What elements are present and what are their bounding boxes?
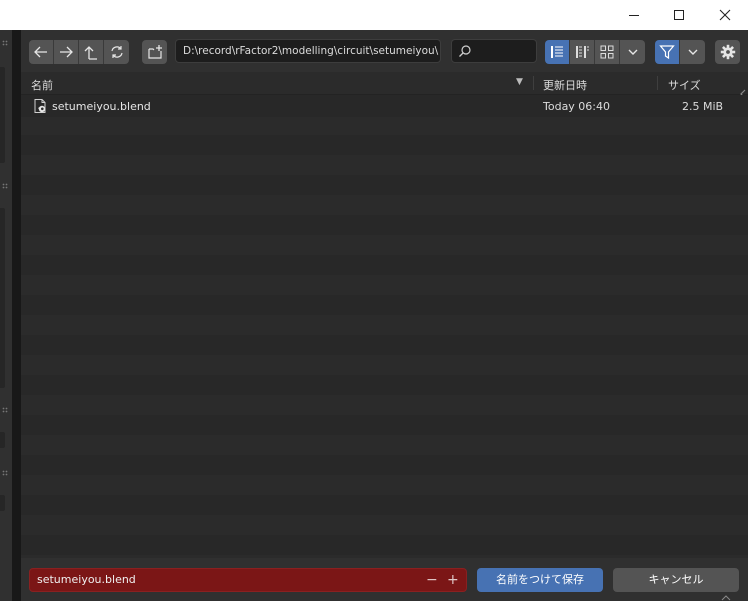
- file-browser-toolbar: D:\record\rFactor2\modelling\circuit\set…: [21, 30, 748, 72]
- file-modified: Today 06:40: [543, 100, 611, 113]
- sidebar-panel-bookmarks: [0, 67, 5, 163]
- new-folder-icon: [147, 45, 162, 59]
- settings-button[interactable]: [715, 40, 740, 64]
- list-stripe: [21, 215, 748, 235]
- display-thumbnails-button[interactable]: [595, 40, 620, 64]
- sort-descending-icon: ▼: [516, 77, 523, 87]
- new-folder-group: [142, 40, 167, 64]
- list-stripe: [21, 255, 748, 275]
- list-stripe: [21, 335, 748, 355]
- decrement-filename-button[interactable]: −: [426, 569, 438, 591]
- thumbnails-icon: [600, 45, 614, 59]
- preferences-group: [715, 40, 740, 64]
- maximize-button[interactable]: [656, 0, 702, 30]
- refresh-button[interactable]: [104, 40, 129, 64]
- list-stripe: [21, 415, 748, 435]
- filename-value: setumeiyou.blend: [37, 573, 136, 586]
- parent-directory-button[interactable]: [79, 40, 104, 64]
- filter-settings-dropdown[interactable]: [680, 40, 705, 64]
- forward-button[interactable]: [54, 40, 79, 64]
- list-stripe: [21, 275, 748, 295]
- file-size: 2.5 MiB: [682, 100, 724, 113]
- chevron-down-icon: [628, 49, 637, 55]
- sidebar-strip: [0, 30, 12, 601]
- directory-path-field[interactable]: D:\record\rFactor2\modelling\circuit\set…: [175, 39, 441, 63]
- file-list: setumeiyou.blend Today 06:40 2.5 MiB: [21, 95, 748, 558]
- drag-handle-icon[interactable]: [2, 407, 8, 413]
- sidebar-panel-system: [0, 208, 5, 388]
- minimize-button[interactable]: [611, 0, 657, 30]
- back-button[interactable]: [29, 40, 54, 64]
- gear-icon: [720, 44, 735, 60]
- column-header: 名前 ▼ 更新日時 サイズ: [21, 72, 748, 95]
- column-size-header[interactable]: サイズ: [668, 77, 701, 93]
- column-name-header[interactable]: 名前: [31, 77, 53, 93]
- list-stripe: [21, 355, 748, 375]
- chevron-down-icon: [688, 49, 697, 55]
- file-browser-footer: setumeiyou.blend − + 名前をつけて保存 キャンセル: [21, 558, 748, 601]
- maximize-icon: [674, 10, 684, 20]
- list-background: [21, 95, 748, 558]
- increment-filename-button[interactable]: +: [447, 569, 459, 591]
- parent-directory-icon: [84, 46, 97, 60]
- sidebar-panel-favorites: [0, 432, 5, 448]
- file-row[interactable]: setumeiyou.blend Today 06:40 2.5 MiB: [21, 95, 748, 117]
- drag-handle-icon[interactable]: [2, 40, 8, 46]
- column-divider[interactable]: [533, 76, 534, 90]
- list-stripe: [21, 375, 748, 395]
- list-stripe: [21, 455, 748, 475]
- list-stripe: [21, 395, 748, 415]
- list-stripe: [21, 475, 748, 495]
- list-stripe: [21, 315, 748, 335]
- search-field[interactable]: [451, 39, 537, 63]
- list-stripe: [21, 515, 748, 535]
- vertical-list-icon: [551, 46, 563, 58]
- display-vertical-list-button[interactable]: [545, 40, 570, 64]
- display-settings-dropdown[interactable]: [620, 40, 645, 64]
- drag-handle-icon[interactable]: [2, 470, 8, 476]
- list-stripe: [21, 235, 748, 255]
- list-stripe: [21, 495, 748, 515]
- list-stripe: [21, 195, 748, 215]
- filter-icon: [659, 45, 675, 60]
- sidebar-panel-recent: [0, 495, 5, 511]
- arrow-right-icon: [60, 46, 73, 58]
- drag-handle-icon[interactable]: [2, 183, 8, 189]
- list-stripe: [21, 155, 748, 175]
- save-as-button[interactable]: 名前をつけて保存: [477, 568, 603, 592]
- list-stripe: [21, 295, 748, 315]
- horizontal-list-icon: [576, 46, 589, 58]
- list-stripe: [21, 175, 748, 195]
- arrow-left-icon: [34, 46, 47, 58]
- cancel-button[interactable]: キャンセル: [613, 568, 739, 592]
- list-stripe: [21, 435, 748, 455]
- display-mode-group: [545, 40, 645, 64]
- minimize-icon: [629, 15, 639, 16]
- close-button[interactable]: [702, 0, 748, 30]
- filename-input[interactable]: setumeiyou.blend − +: [29, 568, 467, 592]
- search-icon: [459, 45, 471, 57]
- refresh-icon: [110, 46, 123, 58]
- filter-toggle-button[interactable]: [655, 40, 680, 64]
- list-stripe: [21, 535, 748, 555]
- close-icon: [719, 9, 731, 21]
- filter-group: [655, 40, 705, 64]
- new-folder-button[interactable]: [142, 40, 167, 64]
- list-stripe: [21, 115, 748, 135]
- blend-file-icon: [34, 99, 46, 113]
- chevron-up-icon[interactable]: [721, 595, 731, 601]
- file-name: setumeiyou.blend: [52, 100, 151, 113]
- sidebar-divider[interactable]: [12, 30, 21, 601]
- list-stripe: [21, 135, 748, 155]
- window-titlebar: [0, 0, 748, 30]
- navigation-buttons: [29, 40, 129, 64]
- display-horizontal-list-button[interactable]: [570, 40, 595, 64]
- column-divider[interactable]: [657, 76, 658, 90]
- column-modified-header[interactable]: 更新日時: [543, 77, 587, 93]
